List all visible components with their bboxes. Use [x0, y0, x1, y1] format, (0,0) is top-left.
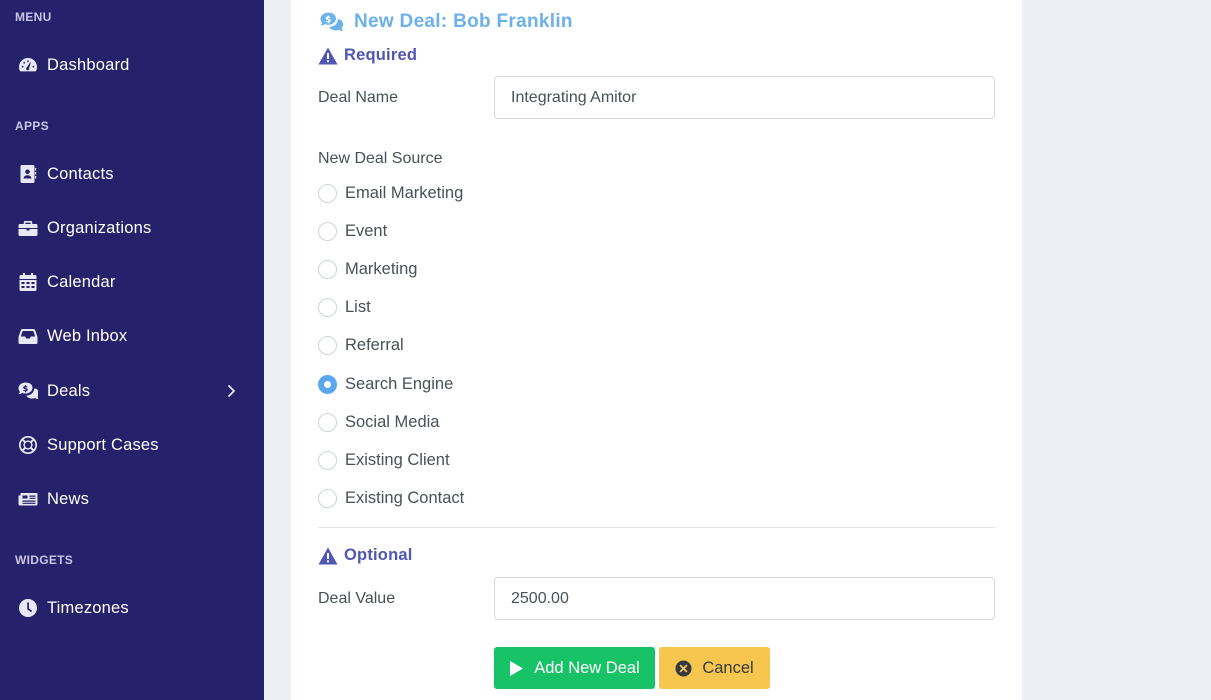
cancel-button[interactable]: Cancel [659, 647, 770, 689]
sidebar-item-dashboard[interactable]: Dashboard [0, 45, 264, 85]
sidebar-item-label: Dashboard [47, 55, 130, 74]
sidebar-section-widgets: WIDGETS [15, 553, 74, 567]
warning-triangle-icon [318, 47, 338, 65]
deal-value-input[interactable] [494, 577, 995, 620]
sidebar: MENU Dashboard APPS Contacts Organizatio… [0, 0, 264, 700]
sidebar-item-label: Calendar [47, 272, 116, 291]
radio-label: Marketing [345, 259, 418, 278]
deal-value-label: Deal Value [318, 590, 396, 607]
radio-option-existing-client[interactable]: Existing Client [318, 449, 450, 471]
inbox-icon [18, 326, 38, 346]
radio-label: Existing Contact [345, 488, 465, 507]
radio-label: Social Media [345, 412, 440, 431]
sidebar-item-support-cases[interactable]: Support Cases [0, 425, 264, 465]
cancel-button-label: Cancel [702, 658, 754, 677]
briefcase-icon [18, 218, 38, 238]
sidebar-item-calendar[interactable]: Calendar [0, 262, 264, 302]
radio-option-referral[interactable]: Referral [318, 334, 404, 356]
page-title: New Deal: Bob Franklin [318, 11, 573, 33]
optional-heading: Optional [318, 546, 413, 565]
new-deal-card: New Deal: Bob Franklin Required Deal Nam… [291, 0, 1022, 700]
radio-option-event[interactable]: Event [318, 220, 387, 242]
address-book-icon [18, 164, 38, 184]
newspaper-icon [18, 489, 38, 509]
radio-label: Search Engine [345, 374, 454, 393]
sidebar-item-label: Organizations [47, 218, 152, 237]
radio-button[interactable] [318, 259, 337, 279]
radio-option-marketing[interactable]: Marketing [318, 258, 417, 280]
sidebar-section-apps: APPS [15, 119, 49, 133]
required-heading-text: Required [344, 46, 418, 64]
radio-option-existing-contact[interactable]: Existing Contact [318, 487, 464, 509]
deal-name-input[interactable] [494, 76, 995, 119]
optional-heading-text: Optional [344, 546, 413, 564]
radio-button[interactable] [318, 412, 337, 432]
section-divider [318, 527, 995, 528]
life-ring-icon [18, 435, 38, 455]
radio-button[interactable] [318, 221, 337, 241]
radio-button[interactable] [318, 335, 337, 355]
sidebar-item-label: Timezones [47, 598, 129, 617]
deal-name-label: Deal Name [318, 89, 399, 106]
radio-label: List [345, 297, 371, 316]
clock-icon [18, 598, 38, 618]
calendar-icon [18, 272, 38, 292]
radio-button[interactable] [318, 374, 337, 394]
sidebar-item-web-inbox[interactable]: Web Inbox [0, 316, 264, 356]
sidebar-item-label: Contacts [47, 164, 114, 183]
sidebar-item-label: Support Cases [47, 435, 159, 454]
add-new-deal-button-label: Add New Deal [534, 658, 640, 677]
page-title-text: New Deal: Bob Franklin [354, 11, 573, 32]
sidebar-item-organizations[interactable]: Organizations [0, 208, 264, 248]
deal-source-label: New Deal Source [318, 150, 443, 167]
play-icon [509, 660, 524, 677]
radio-label: Email Marketing [345, 183, 464, 202]
radio-button[interactable] [318, 183, 337, 203]
sidebar-section-menu: MENU [15, 10, 52, 24]
sidebar-item-label: News [47, 489, 90, 508]
radio-option-list[interactable]: List [318, 296, 371, 318]
chevron-right-icon [227, 384, 236, 398]
radio-button[interactable] [318, 450, 337, 470]
radio-label: Existing Client [345, 450, 450, 469]
times-circle-icon [675, 660, 692, 677]
sidebar-item-contacts[interactable]: Contacts [0, 154, 264, 194]
sidebar-item-label: Deals [47, 381, 91, 400]
warning-triangle-icon [318, 547, 338, 565]
radio-label: Referral [345, 335, 404, 354]
required-heading: Required [318, 46, 417, 65]
radio-button[interactable] [318, 488, 337, 508]
sidebar-item-label: Web Inbox [47, 326, 128, 345]
sidebar-item-deals[interactable]: Deals [0, 371, 264, 411]
sidebar-item-timezones[interactable]: Timezones [0, 588, 264, 628]
sidebar-item-news[interactable]: News [0, 479, 264, 519]
tachometer-icon [18, 55, 38, 75]
radio-label: Event [345, 221, 388, 240]
radio-option-social-media[interactable]: Social Media [318, 411, 439, 433]
comments-dollar-icon [318, 11, 344, 33]
comments-dollar-icon [18, 381, 38, 401]
radio-button[interactable] [318, 297, 337, 317]
radio-option-email-marketing[interactable]: Email Marketing [318, 182, 463, 204]
add-new-deal-button[interactable]: Add New Deal [494, 647, 655, 689]
radio-option-search-engine[interactable]: Search Engine [318, 373, 453, 395]
